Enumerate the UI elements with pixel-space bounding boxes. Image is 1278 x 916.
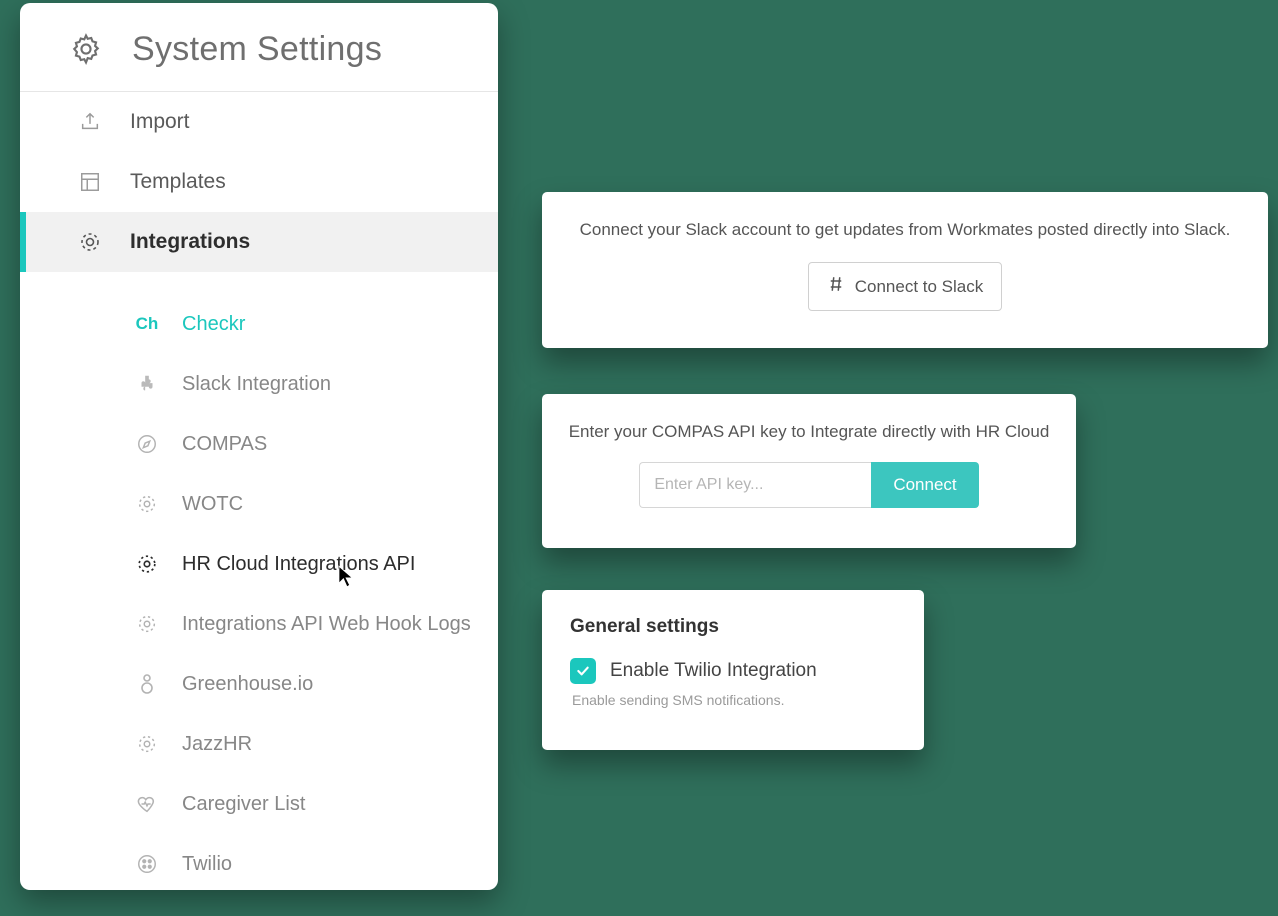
enable-twilio-checkbox[interactable] — [570, 658, 596, 684]
sub-item-label: Caregiver List — [182, 793, 305, 816]
gear-icon — [134, 551, 160, 577]
sub-item-label: Integrations API Web Hook Logs — [182, 613, 471, 636]
api-key-input[interactable] — [639, 462, 871, 508]
sub-item-label: JazzHR — [182, 733, 252, 756]
sub-item-label: Greenhouse.io — [182, 673, 313, 696]
api-input-group: Connect — [639, 462, 978, 508]
sub-item-label: WOTC — [182, 493, 243, 516]
sub-item-label: COMPAS — [182, 433, 267, 456]
settings-sidebar: System Settings Import Templates — [20, 3, 498, 890]
slack-description: Connect your Slack account to get update… — [568, 220, 1242, 240]
menu-item-label: Templates — [130, 170, 226, 194]
sub-item-label: Checkr — [182, 313, 245, 336]
compass-icon — [134, 431, 160, 457]
layout-icon — [76, 168, 104, 196]
sub-item-label: Slack Integration — [182, 373, 331, 396]
checkbox-label: Enable Twilio Integration — [610, 660, 817, 682]
card-heading: General settings — [570, 616, 896, 638]
sub-item-slack[interactable]: Slack Integration — [20, 354, 498, 414]
sub-item-caregiver[interactable]: Caregiver List — [20, 774, 498, 834]
compas-description: Enter your COMPAS API key to Integrate d… — [566, 422, 1052, 442]
gear-icon — [134, 611, 160, 637]
sidebar-header: System Settings — [20, 3, 498, 92]
enable-twilio-row: Enable Twilio Integration — [570, 658, 896, 684]
sub-item-wotc[interactable]: WOTC — [20, 474, 498, 534]
integrations-submenu: Ch Checkr Slack Integration COMPAS W — [20, 272, 498, 890]
settings-gear-icon — [66, 29, 106, 69]
sub-item-jazzhr[interactable]: JazzHR — [20, 714, 498, 774]
sub-item-checkr[interactable]: Ch Checkr — [20, 294, 498, 354]
twilio-settings-card: General settings Enable Twilio Integrati… — [542, 590, 924, 750]
gear-icon — [134, 731, 160, 757]
page-title: System Settings — [132, 30, 382, 69]
sub-item-compas[interactable]: COMPAS — [20, 414, 498, 474]
button-label: Connect to Slack — [855, 277, 984, 297]
integrations-icon — [76, 228, 104, 256]
button-label: Connect — [893, 475, 956, 494]
checkbox-description: Enable sending SMS notifications. — [570, 692, 896, 708]
slack-connect-card: Connect your Slack account to get update… — [542, 192, 1268, 348]
sub-item-hr-cloud-api[interactable]: HR Cloud Integrations API — [20, 534, 498, 594]
sub-item-greenhouse[interactable]: Greenhouse.io — [20, 654, 498, 714]
twilio-icon — [134, 851, 160, 877]
checkr-icon: Ch — [134, 311, 160, 337]
sub-item-webhook-logs[interactable]: Integrations API Web Hook Logs — [20, 594, 498, 654]
menu-item-templates[interactable]: Templates — [20, 152, 498, 212]
menu-item-label: Integrations — [130, 230, 250, 254]
connect-compas-button[interactable]: Connect — [871, 462, 978, 508]
menu-item-integrations[interactable]: Integrations — [20, 212, 498, 272]
connect-slack-button[interactable]: Connect to Slack — [808, 262, 1003, 311]
sub-item-label: HR Cloud Integrations API — [182, 553, 415, 576]
gear-icon — [134, 491, 160, 517]
slack-hash-icon — [827, 275, 845, 298]
menu-item-import[interactable]: Import — [20, 92, 498, 152]
compas-api-card: Enter your COMPAS API key to Integrate d… — [542, 394, 1076, 548]
heart-pulse-icon — [134, 791, 160, 817]
upload-icon — [76, 108, 104, 136]
menu-item-label: Import — [130, 110, 190, 134]
greenhouse-icon — [134, 671, 160, 697]
sidebar-menu: Import Templates Integrations Ch Checkr — [20, 92, 498, 890]
sub-item-twilio[interactable]: Twilio — [20, 834, 498, 890]
puzzle-icon — [134, 371, 160, 397]
sub-item-label: Twilio — [182, 853, 232, 876]
